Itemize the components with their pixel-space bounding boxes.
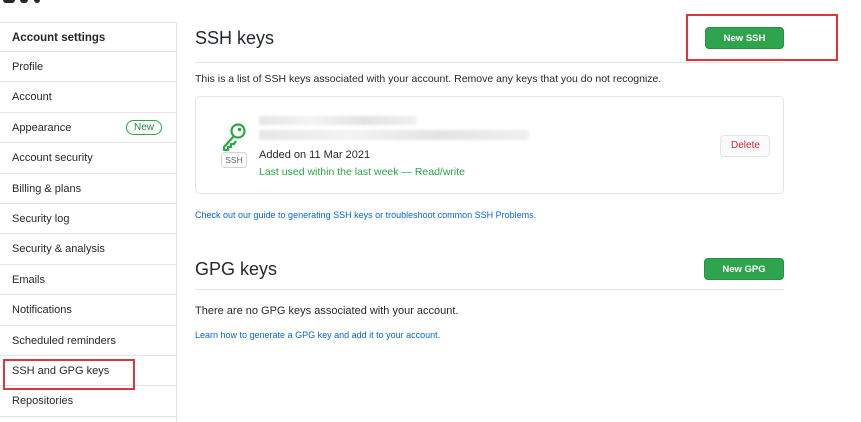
- key-added-date: Added on 11 Mar 2021: [259, 149, 371, 161]
- delete-ssh-key-button[interactable]: Delete: [720, 135, 770, 157]
- ssh-description: This is a list of SSH keys associated wi…: [195, 73, 662, 85]
- ssh-guide-link[interactable]: Check out our guide to generating SSH ke…: [195, 210, 536, 220]
- sidebar-item-security-log[interactable]: Security log: [0, 204, 176, 235]
- ssh-type-badge: SSH: [221, 152, 247, 168]
- header-logo-fragment: [0, 0, 60, 8]
- key-icon: [222, 123, 246, 152]
- sidebar-item-label: Appearance: [12, 121, 72, 134]
- ssh-key-item: [195, 96, 784, 194]
- sidebar-item-account[interactable]: Account: [0, 82, 176, 113]
- ssh-title-divider: [195, 62, 784, 63]
- highlight-box-new-ssh-key: [686, 14, 838, 61]
- sidebar-item-repositories[interactable]: Repositories: [0, 386, 176, 417]
- new-badge: New: [125, 119, 162, 135]
- sidebar-item-billing[interactable]: Billing & plans: [0, 174, 176, 204]
- gpg-empty-text: There are no GPG keys associated with yo…: [195, 305, 459, 317]
- key-fingerprint-redacted: [259, 130, 529, 140]
- sidebar-item-scheduled-reminders[interactable]: Scheduled reminders: [0, 326, 176, 356]
- new-gpg-key-button[interactable]: New GPG key: [704, 258, 784, 297]
- highlight-box-sidebar: [3, 359, 135, 390]
- sidebar-item-appearance[interactable]: Appearance New: [0, 113, 176, 144]
- ssh-keys-title: SSH keys: [195, 28, 275, 48]
- sidebar-item-emails[interactable]: Emails: [0, 265, 176, 296]
- sidebar-item-security-analysis[interactable]: Security & analysis: [0, 234, 176, 265]
- gpg-keys-title: GPG keys: [195, 259, 278, 279]
- sidebar-item-account-security[interactable]: Account security: [0, 143, 176, 174]
- gpg-guide-link[interactable]: Learn how to generate a GPG key and add …: [195, 330, 440, 340]
- sidebar-item-notifications[interactable]: Notifications: [0, 295, 176, 326]
- key-last-used: Last used within the last week — Read/wr…: [259, 166, 466, 178]
- gpg-title-divider: [195, 289, 784, 290]
- key-title-redacted: [259, 116, 417, 125]
- sidebar-header: Account settings: [0, 22, 176, 52]
- sidebar-item-profile[interactable]: Profile: [0, 52, 176, 83]
